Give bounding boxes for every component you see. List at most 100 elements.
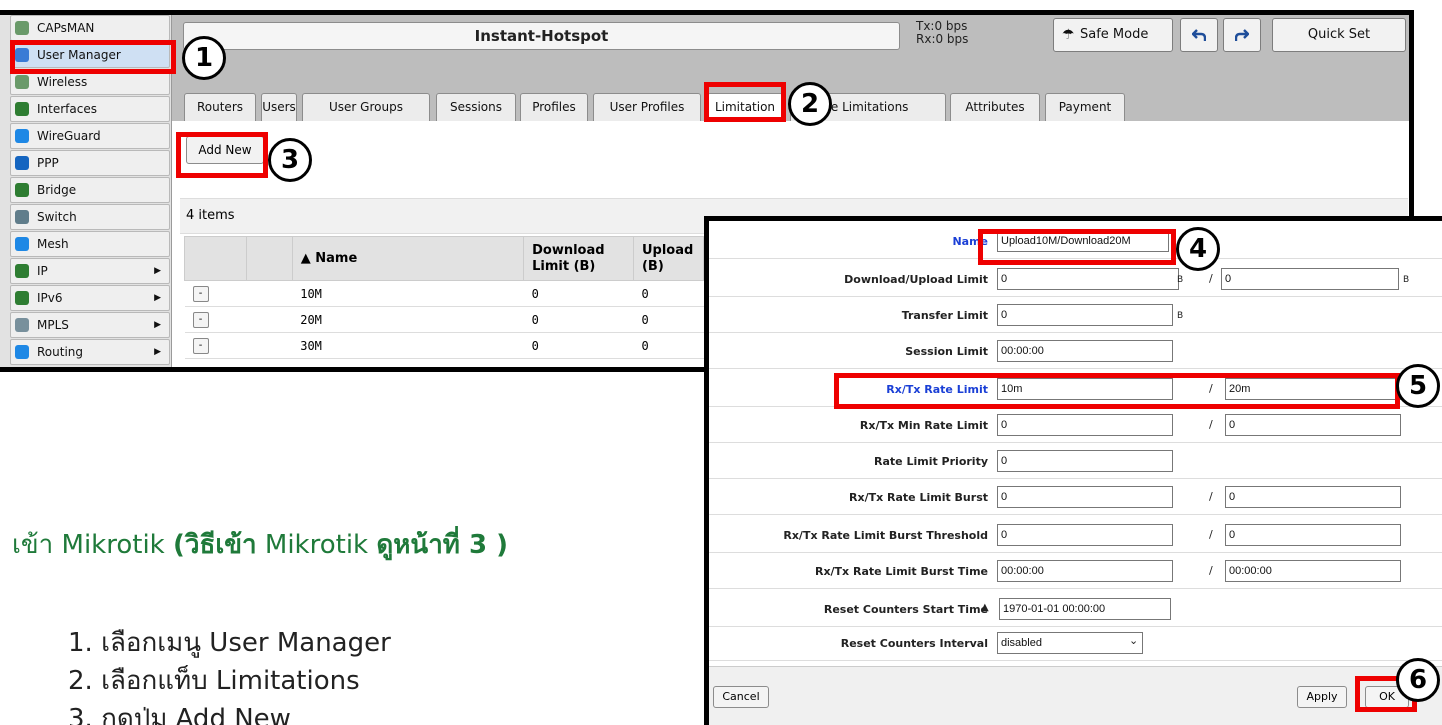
umbrella-icon: ☂ (1062, 27, 1075, 43)
form-row-name: Name Upload10M/Download20M (709, 223, 1442, 259)
field-input[interactable]: 0 (997, 450, 1173, 472)
field-input[interactable]: 1970-01-01 00:00:00 (999, 598, 1171, 620)
limitations-table: ▲ Name Download Limit (B) Upload (B) - 1… (184, 236, 705, 359)
separator-slash: / (1209, 418, 1213, 431)
form-row-rx-tx-rate-limit-burst-time: Rx/Tx Rate Limit Burst Time 00:00:00 / 00:0… (709, 553, 1442, 589)
blank-cell (246, 332, 293, 359)
field-input[interactable]: 0 (997, 524, 1173, 546)
remove-cell: - (184, 280, 247, 307)
tab-users[interactable]: Users (261, 93, 297, 121)
field-input[interactable]: 0 (997, 414, 1173, 436)
table-row[interactable]: - 10M 0 0 (184, 280, 704, 307)
column-header-remove (184, 236, 247, 281)
sidebar-item-mesh[interactable]: Mesh (10, 231, 170, 257)
sidebar-item-label: Mesh (37, 237, 69, 251)
field-label: Download/Upload Limit (844, 273, 988, 286)
row-name[interactable]: 30M (292, 332, 524, 359)
tab-profiles[interactable]: Profiles (520, 93, 588, 121)
field-input[interactable]: 0 (997, 268, 1179, 290)
sidebar-item-ppp[interactable]: PPP (10, 150, 170, 176)
row-download: 0 (523, 280, 634, 307)
sidebar-item-label: PPP (37, 156, 59, 170)
field-input-second[interactable]: 0 (1225, 486, 1401, 508)
undo-icon (1191, 29, 1207, 41)
heading-part-a: เข้า Mikrotik (12, 530, 174, 560)
sidebar-item-wireless[interactable]: Wireless (10, 69, 170, 95)
redo-icon (1234, 29, 1250, 41)
tab-sessions[interactable]: Sessions (436, 93, 516, 121)
field-label[interactable]: Name (952, 235, 988, 248)
remove-cell: - (184, 306, 247, 333)
tab-routers[interactable]: Routers (184, 93, 256, 121)
capsman-icon (15, 21, 29, 35)
cancel-button[interactable]: Cancel (713, 686, 769, 708)
separator-slash: / (1209, 272, 1213, 285)
router-identity-title: Instant-Hotspot (183, 22, 900, 50)
blank-cell (246, 306, 293, 333)
form-row-rx-tx-rate-limit: Rx/Tx Rate Limit 10m / 20m (709, 371, 1442, 407)
quick-set-button[interactable]: Quick Set (1272, 18, 1406, 52)
interfaces-icon (15, 102, 29, 116)
separator-slash: / (1209, 382, 1213, 395)
column-header-download[interactable]: Download Limit (B) (523, 236, 634, 281)
user-manager-icon (15, 48, 29, 62)
chevron-right-icon: ▶ (154, 293, 161, 303)
field-input[interactable]: 00:00:00 (997, 560, 1173, 582)
column-header-upload[interactable]: Upload (B) (632, 236, 705, 281)
interval-select[interactable]: disabled (997, 632, 1143, 654)
sidebar-item-user-manager[interactable]: User Manager (10, 42, 170, 68)
field-input-second[interactable]: 0 (1225, 524, 1401, 546)
field-input-second[interactable]: 0 (1221, 268, 1399, 290)
tab-user-groups[interactable]: User Groups (302, 93, 430, 121)
sidebar-item-label: Switch (37, 210, 77, 224)
field-label[interactable]: Rx/Tx Rate Limit (886, 383, 988, 396)
table-row[interactable]: - 20M 0 0 (184, 306, 704, 333)
remove-button[interactable]: - (192, 286, 209, 302)
field-input-second[interactable]: 20m (1225, 378, 1403, 400)
add-new-button[interactable]: Add New (186, 136, 264, 164)
tab-payment[interactable]: Payment (1045, 93, 1125, 121)
safe-mode-button[interactable]: ☂ Safe Mode (1053, 18, 1173, 52)
sidebar-item-interfaces[interactable]: Interfaces (10, 96, 170, 122)
field-input[interactable]: Upload10M/Download20M (997, 230, 1169, 252)
tab-attributes[interactable]: Attributes (950, 93, 1040, 121)
sidebar-item-bridge[interactable]: Bridge (10, 177, 170, 203)
apply-button[interactable]: Apply (1297, 686, 1347, 708)
remove-button[interactable]: - (192, 338, 209, 354)
field-input[interactable]: 0 (997, 486, 1173, 508)
sidebar-item-mpls[interactable]: MPLS ▶ (10, 312, 170, 338)
sidebar-item-label: MPLS (37, 318, 69, 332)
heading-part-c: Mikrotik (256, 530, 377, 560)
field-input-second[interactable]: 0 (1225, 414, 1401, 436)
field-input[interactable]: 00:00:00 (997, 340, 1173, 362)
field-input[interactable]: 10m (997, 378, 1173, 400)
tab-user-profiles[interactable]: User Profiles (593, 93, 701, 121)
field-label: Session Limit (905, 345, 988, 358)
table-row[interactable]: - 30M 0 0 (184, 332, 704, 359)
field-label: Rx/Tx Min Rate Limit (859, 419, 988, 432)
tab-limitations[interactable]: Limitation (707, 93, 783, 121)
safe-mode-label: Safe Mode (1080, 27, 1149, 42)
sidebar-item-ip[interactable]: IP ▶ (10, 258, 170, 284)
field-input-second[interactable]: 00:00:00 (1225, 560, 1401, 582)
sidebar-item-label: Bridge (37, 183, 77, 197)
sidebar-item-routing[interactable]: Routing ▶ (10, 339, 170, 365)
sidebar-item-switch[interactable]: Switch (10, 204, 170, 230)
remove-button[interactable]: - (192, 312, 209, 328)
row-upload: 0 (633, 306, 704, 333)
chevron-right-icon: ▶ (154, 347, 161, 357)
row-name[interactable]: 10M (292, 280, 524, 307)
redo-button[interactable] (1223, 18, 1261, 52)
step-marker-5: 5 (1396, 364, 1440, 408)
field-input[interactable]: 0 (997, 304, 1173, 326)
sidebar-item-wireguard[interactable]: WireGuard (10, 123, 170, 149)
row-name[interactable]: 20M (292, 306, 524, 333)
form-row-download-upload-limit: Download/Upload Limit 0 B/0 B (709, 261, 1442, 297)
sidebar-item-capsman[interactable]: CAPsMAN (10, 15, 170, 41)
triangle-up-icon[interactable]: ▲ (981, 602, 989, 613)
sidebar-item-label: CAPsMAN (37, 21, 95, 35)
heading-part-b: (วิธีเข้า (173, 530, 257, 560)
sidebar-item-ipv6[interactable]: IPv6 ▶ (10, 285, 170, 311)
column-header-name[interactable]: ▲ Name (291, 236, 525, 281)
undo-button[interactable] (1180, 18, 1218, 52)
